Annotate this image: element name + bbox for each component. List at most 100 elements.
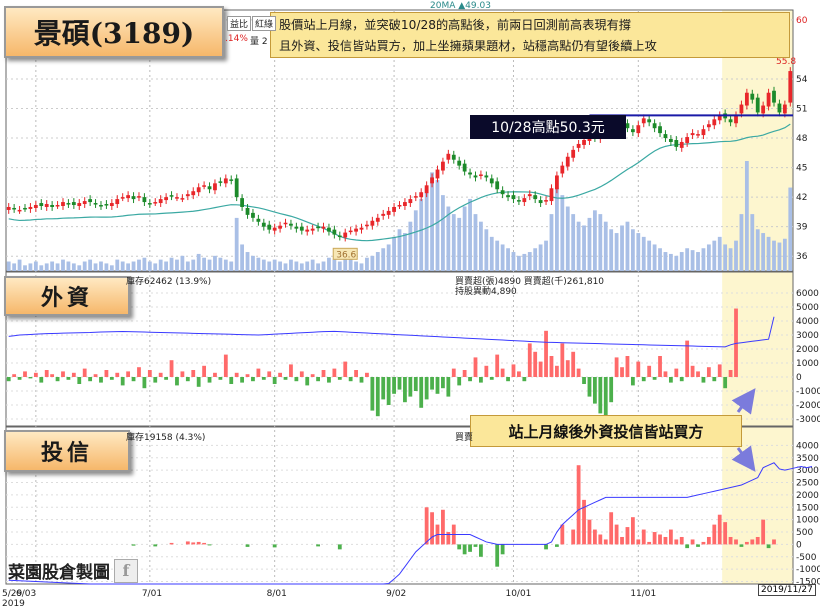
volume-bar <box>223 259 228 271</box>
volume-bar <box>690 250 695 271</box>
x-tick-label: 6/03 <box>16 589 36 599</box>
trust-y-tick: 0 <box>796 540 802 550</box>
trust-bar <box>207 544 212 546</box>
volume-bar <box>739 214 744 271</box>
candle-body <box>93 203 98 205</box>
volume-bar <box>788 187 793 271</box>
volume-bar <box>668 253 673 271</box>
foreign-bar <box>278 372 282 377</box>
volume-bar <box>403 233 407 271</box>
foreign-bar <box>191 370 196 377</box>
volume-bar <box>647 240 652 271</box>
trust-bar <box>636 539 641 545</box>
volume-bar <box>207 259 212 271</box>
volume-bar <box>17 259 22 271</box>
candle-body <box>99 205 103 207</box>
volume-bar <box>251 255 255 271</box>
volume-bar <box>500 244 505 271</box>
volume-bar <box>131 261 136 271</box>
volume-bar <box>641 236 646 271</box>
volume-bar <box>761 233 766 271</box>
foreign-bar <box>549 356 554 377</box>
volume-bar <box>267 261 272 271</box>
candle-body <box>397 205 402 207</box>
volume-bar <box>337 261 342 271</box>
foreign-bar <box>283 377 288 380</box>
foreign-bar <box>261 377 266 380</box>
volume-bar <box>685 248 690 271</box>
volume-bar <box>598 214 603 271</box>
candle-body <box>522 198 527 203</box>
foreign-bar <box>267 371 272 377</box>
trust-bar <box>587 519 592 545</box>
candle-body <box>538 200 543 204</box>
candle-body <box>229 179 234 181</box>
volume-bar <box>592 210 597 271</box>
volume-bar <box>587 217 592 271</box>
volume-bar <box>71 263 76 271</box>
candle-body <box>381 213 386 216</box>
foreign-bar <box>609 377 614 403</box>
foreign-y-tick: -3000 <box>796 415 820 425</box>
trust-bar <box>717 514 722 545</box>
trust-bar <box>441 509 445 545</box>
candle-body <box>245 207 250 215</box>
trust-bar <box>674 539 679 545</box>
volume-bar <box>772 240 776 271</box>
foreign-bar <box>403 377 407 403</box>
toolbar-ratio-button[interactable]: 益比 <box>227 16 252 31</box>
trust-bar <box>755 536 760 545</box>
volume-bar <box>473 214 478 271</box>
candle-body <box>272 227 277 231</box>
trust-bar <box>592 529 597 545</box>
foreign-bar <box>365 372 369 377</box>
foreign-bar <box>88 377 93 382</box>
volume-bar <box>164 261 169 271</box>
volume-bar <box>506 248 510 271</box>
volume-bar <box>28 263 33 271</box>
candle-body <box>169 195 174 197</box>
foreign-bar <box>717 364 722 377</box>
volume-bar <box>126 263 131 271</box>
foreign-bar <box>641 377 646 382</box>
trust-bar <box>728 536 733 545</box>
foreign-bar <box>245 374 250 377</box>
trust-y-tick: 500 <box>796 528 813 538</box>
foreign-bar <box>337 377 342 380</box>
analysis-note: 股價站上月線，並突破10/28的高點後，前兩日回測前高表現有撐 且外資、投信皆站… <box>270 12 790 58</box>
foreign-bar <box>218 377 223 380</box>
foreign-bar <box>55 377 60 382</box>
candle-body <box>147 203 152 205</box>
candle-body <box>61 202 65 206</box>
trust-bar <box>685 544 690 549</box>
foreign-bar <box>603 377 608 417</box>
x-tick-label: 11/01 <box>630 589 656 599</box>
volume-bar <box>99 261 103 271</box>
analysis-note-line-2: 且外資、投信皆站買方，加上坐擁蘋果題材，站穩高點仍有望後續上攻 <box>279 39 657 53</box>
candle-body <box>332 229 337 235</box>
foreign-bar <box>223 354 228 377</box>
candle-body <box>310 228 315 231</box>
toolbar-color-button[interactable]: 紅綠 <box>252 16 277 31</box>
volume-bar <box>766 236 771 271</box>
volume-bar <box>88 259 93 271</box>
candle-body <box>185 194 190 197</box>
foreign-bar <box>28 377 33 379</box>
foreign-bar <box>147 370 152 377</box>
volume-bar <box>109 265 114 271</box>
trust-y-tick: 2500 <box>796 479 819 489</box>
foreign-bar <box>446 377 451 397</box>
volume-bar <box>33 261 38 271</box>
candle-body <box>153 202 158 204</box>
foreign-bar <box>500 368 505 377</box>
foreign-y-tick: 4000 <box>796 317 819 327</box>
volume-bar <box>636 233 641 271</box>
candle-body <box>685 137 690 143</box>
candle-body <box>44 204 49 207</box>
volume-bar <box>175 259 179 271</box>
candle-body <box>267 224 272 230</box>
foreign-bar <box>522 377 527 382</box>
foreign-bar <box>696 371 700 377</box>
candle-body <box>403 202 407 206</box>
candle-body <box>191 191 196 196</box>
